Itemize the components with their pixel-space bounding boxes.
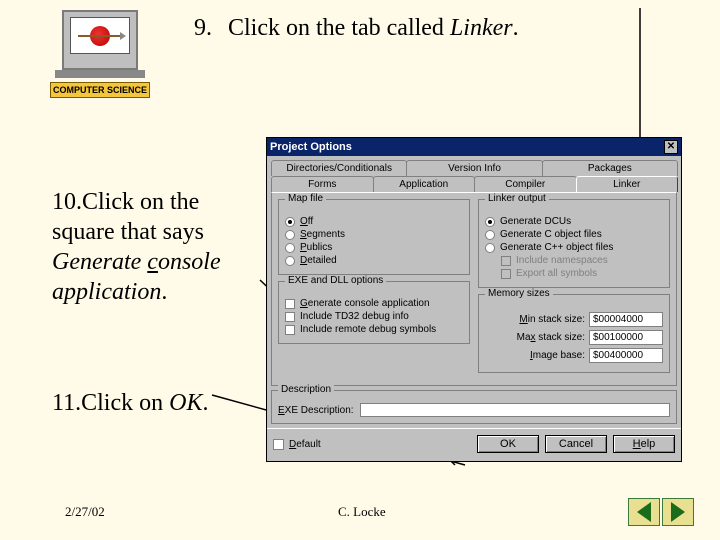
default-checkbox[interactable]: Default bbox=[273, 439, 471, 450]
project-options-dialog: Project Options ✕ Directories/Conditiona… bbox=[266, 137, 682, 462]
min-stack-input[interactable]: $00004000 bbox=[589, 312, 663, 327]
memory-title: Memory sizes bbox=[485, 288, 553, 299]
exe-description-label: EXE Description: bbox=[278, 405, 354, 416]
min-stack-label: Min stack size: bbox=[485, 314, 585, 325]
tab-packages[interactable]: Packages bbox=[542, 160, 678, 176]
tab-directories[interactable]: Directories/Conditionals bbox=[271, 160, 407, 176]
check-export-symbols: Export all symbols bbox=[501, 268, 663, 279]
max-stack-label: Max stack size: bbox=[485, 332, 585, 343]
tab-linker[interactable]: Linker bbox=[576, 176, 679, 192]
mapfile-title: Map file bbox=[285, 193, 326, 204]
radio-generate-c[interactable]: Generate C object files bbox=[485, 229, 663, 240]
prev-slide-button[interactable] bbox=[628, 498, 660, 526]
titlebar[interactable]: Project Options ✕ bbox=[267, 138, 681, 156]
tab-strip: Directories/Conditionals Version Info Pa… bbox=[267, 156, 681, 192]
image-base-input[interactable]: $00400000 bbox=[589, 348, 663, 363]
tab-compiler[interactable]: Compiler bbox=[474, 176, 577, 192]
footer-author: C. Locke bbox=[338, 504, 386, 520]
linker-output-title: Linker output bbox=[485, 193, 549, 204]
footer-date: 2/27/02 bbox=[65, 504, 105, 520]
radio-generate-dcus[interactable]: Generate DCUs bbox=[485, 216, 663, 227]
check-generate-console[interactable]: Generate console application bbox=[285, 298, 463, 309]
help-button[interactable]: Help bbox=[613, 435, 675, 453]
tab-version-info[interactable]: Version Info bbox=[406, 160, 542, 176]
cancel-button[interactable]: Cancel bbox=[545, 435, 607, 453]
nav-arrows bbox=[628, 498, 694, 526]
next-slide-button[interactable] bbox=[662, 498, 694, 526]
tab-forms[interactable]: Forms bbox=[271, 176, 374, 192]
window-title: Project Options bbox=[270, 141, 664, 153]
check-include-namespaces: Include namespaces bbox=[501, 255, 663, 266]
tab-application[interactable]: Application bbox=[373, 176, 476, 192]
image-base-label: Image base: bbox=[485, 350, 585, 361]
exe-dll-title: EXE and DLL options bbox=[285, 275, 386, 286]
radio-mapfile-publics[interactable]: Publics bbox=[285, 242, 463, 253]
radio-mapfile-segments[interactable]: Segments bbox=[285, 229, 463, 240]
description-group: Description EXE Description: bbox=[271, 390, 677, 424]
radio-generate-cpp[interactable]: Generate C++ object files bbox=[485, 242, 663, 253]
triangle-left-icon bbox=[637, 502, 651, 522]
exe-dll-group: EXE and DLL options Generate console app… bbox=[278, 281, 470, 344]
exe-description-input[interactable] bbox=[360, 403, 670, 417]
ok-button[interactable]: OK bbox=[477, 435, 539, 453]
close-button[interactable]: ✕ bbox=[664, 140, 678, 154]
triangle-right-icon bbox=[671, 502, 685, 522]
radio-mapfile-off[interactable]: Off bbox=[285, 216, 463, 227]
mapfile-group: Map file Off Segments Publics Detailed bbox=[278, 199, 470, 275]
max-stack-input[interactable]: $00100000 bbox=[589, 330, 663, 345]
linker-output-group: Linker output Generate DCUs Generate C o… bbox=[478, 199, 670, 288]
check-remote-debug[interactable]: Include remote debug symbols bbox=[285, 324, 463, 335]
description-title: Description bbox=[278, 384, 334, 395]
check-td32-debug[interactable]: Include TD32 debug info bbox=[285, 311, 463, 322]
radio-mapfile-detailed[interactable]: Detailed bbox=[285, 255, 463, 266]
memory-group: Memory sizes Min stack size:$00004000 Ma… bbox=[478, 294, 670, 373]
